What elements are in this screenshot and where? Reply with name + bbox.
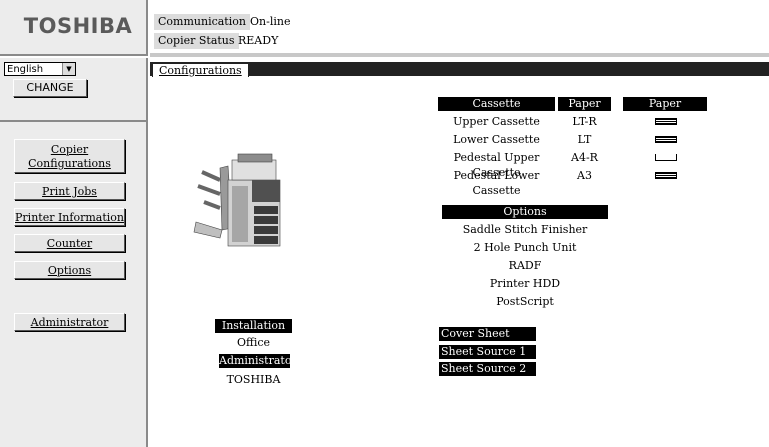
cassette-name: Pedestal Lower Cassette xyxy=(453,169,540,197)
sheet-source-label: Sheet Source 2 xyxy=(439,362,536,376)
nav-counter-button[interactable]: Counter xyxy=(14,234,125,252)
copier-status-label: Copier Status xyxy=(154,33,239,49)
communication-label: Communication xyxy=(154,14,250,30)
cassette-header: Cassette xyxy=(438,97,555,111)
copier-status-value: READY xyxy=(238,34,279,47)
nav-copier-configurations-line1: Copier xyxy=(50,143,89,156)
administrator-value: TOSHIBA xyxy=(226,373,281,386)
tab-configurations[interactable]: Configurations xyxy=(152,63,249,77)
copier-image xyxy=(193,153,281,247)
paper-remaining-header: Paper Remaining xyxy=(623,97,707,124)
option-item: RADF xyxy=(508,259,542,272)
paper-level-icon xyxy=(655,136,677,143)
cassette-size: LT xyxy=(577,133,592,146)
nav-print-jobs-button[interactable]: Print Jobs xyxy=(14,182,125,200)
installation-site-value: Office xyxy=(236,336,271,349)
cassette-size: LT-R xyxy=(572,115,597,128)
cassette-size: A3 xyxy=(577,169,592,182)
paper-size-header: Paper Size xyxy=(558,97,611,124)
sidebar-divider xyxy=(0,120,146,122)
language-select[interactable]: English ▼ xyxy=(4,62,76,76)
nav-administrator-button[interactable]: Administrator xyxy=(14,313,125,331)
cassette-name: Upper Cassette xyxy=(453,115,540,128)
paper-level-icon xyxy=(655,118,677,125)
header-divider xyxy=(150,53,769,57)
cassette-name: Lower Cassette xyxy=(453,133,540,146)
sheet-source-label: Cover Sheet Source xyxy=(439,327,536,354)
toshiba-logo: TOSHIBA xyxy=(23,14,133,38)
cassette-name: Pedestal Upper Cassette xyxy=(453,151,540,179)
communication-value: On-line xyxy=(250,15,291,28)
options-header: Options xyxy=(442,205,608,219)
cassette-size: A4-R xyxy=(571,151,598,164)
chevron-down-icon[interactable]: ▼ xyxy=(62,63,75,75)
option-item: PostScript xyxy=(496,295,554,308)
change-language-button[interactable]: CHANGE xyxy=(13,79,87,97)
language-select-value: English xyxy=(7,64,44,75)
option-item: 2 Hole Punch Unit xyxy=(473,241,577,254)
option-item: Saddle Stitch Finisher xyxy=(462,223,588,236)
installation-site-label: Installation Site xyxy=(215,319,292,346)
nav-options-button[interactable]: Options xyxy=(14,261,125,279)
paper-empty-icon xyxy=(655,154,677,161)
option-item: Printer HDD xyxy=(489,277,561,290)
administrator-label: Administrator xyxy=(219,354,297,368)
paper-level-icon xyxy=(655,172,677,179)
sheet-source-label: Sheet Source 1 xyxy=(439,345,536,359)
nav-printer-information-button[interactable]: Printer Information xyxy=(14,208,125,226)
nav-copier-configurations-button[interactable]: Copier Configurations xyxy=(14,139,125,173)
nav-copier-configurations-line2: Configurations xyxy=(28,157,111,170)
